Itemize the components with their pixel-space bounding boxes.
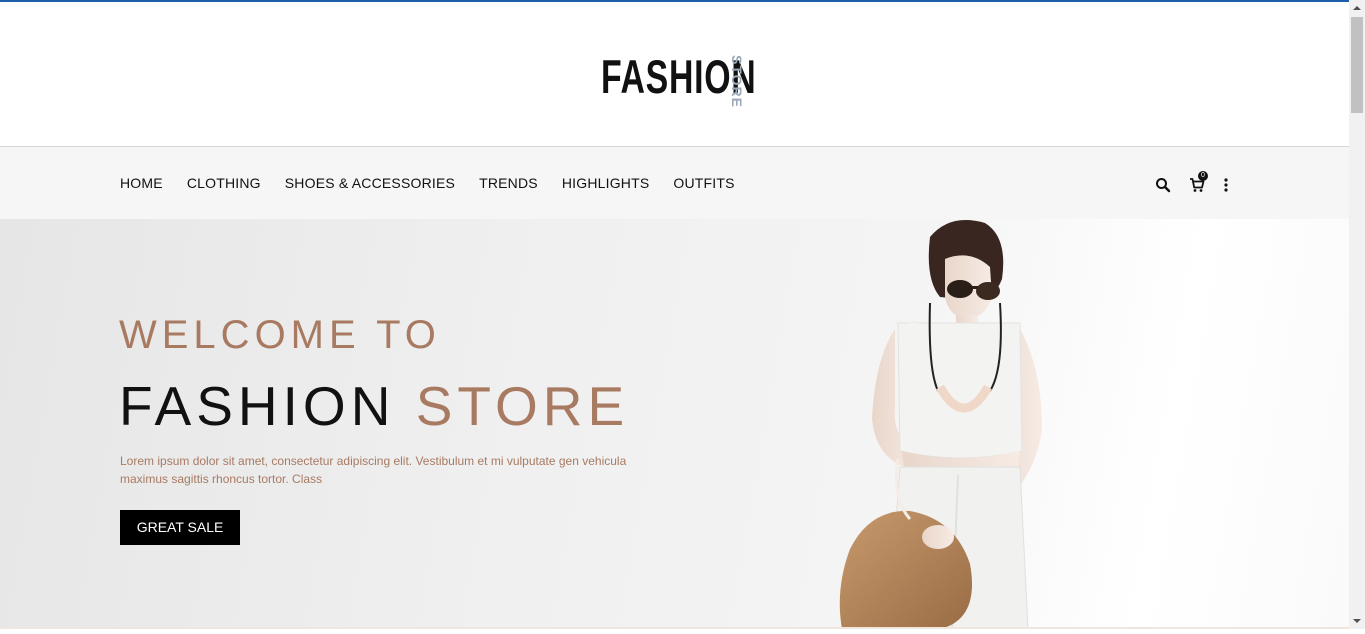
vertical-scrollbar[interactable] [1349, 0, 1365, 629]
header: FASHION STORE [0, 2, 1349, 146]
main-navigation: HOME CLOTHING SHOES & ACCESSORIES TRENDS… [0, 146, 1349, 219]
hero-banner: WELCOME TO FASHION STORE Lorem ipsum dol… [0, 219, 1349, 629]
logo-sub-text: STORE [729, 55, 745, 108]
hero-title-part2: STORE [415, 375, 630, 437]
hero-model-image [839, 220, 1042, 629]
scroll-down-arrow-icon[interactable] [1349, 613, 1365, 629]
more-vertical-icon[interactable] [1221, 177, 1239, 195]
nav-item-outfits[interactable]: OUTFITS [673, 175, 734, 191]
hero-title-welcome: WELCOME TO [119, 313, 441, 357]
nav-item-trends[interactable]: TRENDS [479, 175, 538, 191]
nav-item-clothing[interactable]: CLOTHING [187, 175, 261, 191]
nav-item-shoes-accessories[interactable]: SHOES & ACCESSORIES [285, 175, 455, 191]
nav-icon-group: 0 [1155, 171, 1235, 199]
search-icon[interactable] [1155, 177, 1173, 195]
nav-menu: HOME CLOTHING SHOES & ACCESSORIES TRENDS… [120, 175, 735, 191]
great-sale-button[interactable]: GREAT SALE [120, 510, 240, 545]
cart-count-badge: 0 [1198, 171, 1208, 181]
hero-description: Lorem ipsum dolor sit amet, consectetur … [120, 454, 627, 486]
hero-title-part1: FASHION [119, 375, 396, 437]
hero-title-store: FASHION STORE [119, 374, 629, 438]
cart-icon[interactable]: 0 [1189, 171, 1208, 195]
scrollbar-thumb[interactable] [1351, 17, 1363, 113]
nav-item-highlights[interactable]: HIGHLIGHTS [562, 175, 650, 191]
scroll-up-arrow-icon[interactable] [1349, 0, 1365, 16]
nav-item-home[interactable]: HOME [120, 175, 163, 191]
